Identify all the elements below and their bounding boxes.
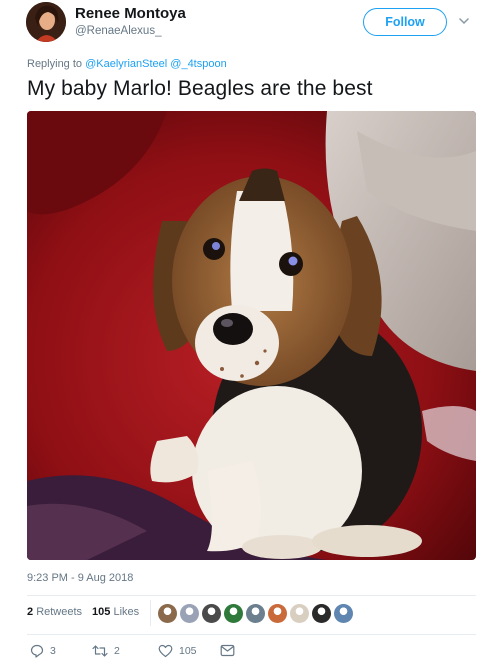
divider xyxy=(27,595,476,596)
divider xyxy=(27,634,476,635)
mention-link[interactable]: @_4tspoon xyxy=(170,58,226,70)
retweet-count: 2 xyxy=(114,645,120,657)
reply-count: 3 xyxy=(50,645,56,657)
author-handle[interactable]: @RenaeAlexus_ xyxy=(75,25,161,37)
tweet-actions: 3 2 105 xyxy=(27,644,267,660)
liker-avatar[interactable] xyxy=(224,604,243,623)
follow-button[interactable]: Follow xyxy=(363,8,447,36)
like-count: 105 xyxy=(179,645,197,657)
envelope-icon xyxy=(220,644,235,657)
avatar[interactable] xyxy=(26,2,66,42)
tweet-header: Renee Montoya @RenaeAlexus_ Follow xyxy=(0,0,500,54)
mention-link[interactable]: @KaelyrianSteel xyxy=(85,58,167,70)
direct-message-action[interactable] xyxy=(220,644,235,657)
heart-icon xyxy=(158,644,173,658)
tweet-timestamp[interactable]: 9:23 PM - 9 Aug 2018 xyxy=(27,572,133,584)
engagement-stats: 2 Retweets 105 Likes xyxy=(27,606,139,618)
retweets-stat[interactable]: 2 Retweets xyxy=(27,606,82,618)
chevron-down-icon[interactable] xyxy=(457,14,471,28)
stats-separator xyxy=(150,600,151,626)
retweets-count: 2 xyxy=(27,606,34,618)
retweet-icon xyxy=(92,645,108,657)
liker-avatar[interactable] xyxy=(312,604,331,623)
liker-avatar[interactable] xyxy=(334,604,353,623)
tweet-photo[interactable] xyxy=(27,111,476,560)
reply-icon xyxy=(30,644,44,658)
liker-avatar[interactable] xyxy=(268,604,287,623)
likes-label: Likes xyxy=(113,606,140,618)
liker-avatar[interactable] xyxy=(246,604,265,623)
retweets-label: Retweets xyxy=(36,606,83,618)
replying-to: Replying to @KaelyrianSteel @_4tspoon xyxy=(27,58,227,70)
liker-avatar[interactable] xyxy=(180,604,199,623)
retweet-action[interactable]: 2 xyxy=(92,644,120,658)
replying-prefix: Replying to xyxy=(27,58,83,70)
beagle-puppy-image xyxy=(27,111,476,560)
liker-avatar[interactable] xyxy=(290,604,309,623)
liker-avatar[interactable] xyxy=(202,604,221,623)
author-name[interactable]: Renee Montoya xyxy=(75,5,186,22)
tweet-text: My baby Marlo! Beagles are the best xyxy=(27,77,373,100)
liker-avatar[interactable] xyxy=(158,604,177,623)
reply-action[interactable]: 3 xyxy=(30,644,56,658)
like-action[interactable]: 105 xyxy=(158,644,197,658)
likes-count: 105 xyxy=(92,606,111,618)
likes-stat[interactable]: 105 Likes xyxy=(92,606,139,618)
liker-avatars xyxy=(158,604,353,623)
